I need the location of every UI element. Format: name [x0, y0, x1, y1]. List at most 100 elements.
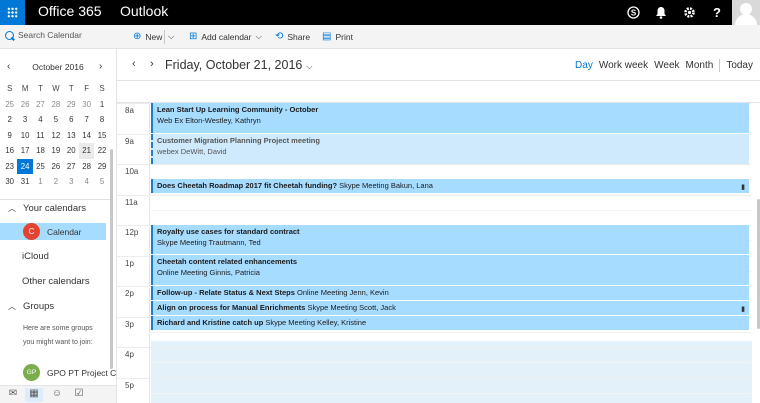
time-gutter	[149, 103, 150, 403]
tasks-icon[interactable]: ☑	[70, 388, 88, 402]
calendar-event[interactable]: Royalty use cases for standard contract S…	[151, 225, 749, 254]
day-cell[interactable]: 21	[78, 143, 95, 159]
calendar-event[interactable]: Customer Migration Planning Project meet…	[151, 134, 749, 164]
day-cell[interactable]: 30	[2, 174, 17, 190]
other-calendars-item[interactable]: Other calendars	[22, 276, 90, 287]
day-cell[interactable]: 16	[2, 143, 17, 159]
hour-label: 12p	[125, 228, 139, 237]
day-cell[interactable]: 28	[48, 97, 63, 113]
icloud-label: iCloud	[22, 251, 49, 262]
day-cell[interactable]: 12	[48, 128, 63, 144]
svg-text:S: S	[630, 8, 636, 17]
day-cell[interactable]: 31	[17, 174, 32, 190]
today-button[interactable]: Today	[726, 60, 753, 72]
groups-header[interactable]: ︿ Groups	[8, 301, 54, 312]
weekday-label: W	[52, 84, 60, 93]
day-cell[interactable]: 29	[64, 97, 79, 113]
day-cell[interactable]: 18	[33, 143, 48, 159]
prev-day-icon[interactable]: ‹	[132, 58, 136, 70]
calendar-icon[interactable]: ▦	[25, 388, 43, 402]
day-cell[interactable]: 10	[17, 128, 32, 144]
day-cell[interactable]: 26	[48, 159, 63, 175]
day-cell[interactable]: 3	[64, 174, 79, 190]
new-button[interactable]: ⊕ New	[133, 31, 162, 42]
day-cell[interactable]: 5	[94, 174, 109, 190]
day-cell[interactable]: 11	[33, 128, 48, 144]
event-detail: Online Meeting Jenn, Kevin	[297, 288, 389, 297]
chevron-down-icon: ⌵	[255, 31, 262, 41]
day-cell[interactable]: 19	[48, 143, 63, 159]
calendar-event[interactable]: Does Cheetah Roadmap 2017 fit Cheetah fu…	[151, 179, 749, 193]
group-item-label[interactable]: GPO PT Project C	[47, 368, 116, 378]
day-cell[interactable]: 25	[2, 97, 17, 113]
add-calendar-button[interactable]: ⊞ Add calendar ⌵	[189, 31, 262, 42]
add-calendar-icon: ⊞	[189, 31, 198, 42]
day-cell[interactable]: 27	[33, 97, 48, 113]
skype-icon[interactable]: S	[619, 0, 647, 25]
day-cell[interactable]: 15	[94, 128, 109, 144]
hour-label: 2p	[125, 289, 134, 298]
print-label: Print	[335, 31, 353, 42]
icloud-item[interactable]: iCloud	[22, 251, 49, 262]
gear-icon[interactable]	[675, 0, 703, 25]
day-cell[interactable]: 8	[94, 112, 109, 128]
calendar-event[interactable]: Align on process for Manual Enrichments …	[151, 301, 749, 315]
mail-icon[interactable]: ✉	[4, 388, 22, 402]
day-cell[interactable]: 28	[79, 159, 94, 175]
day-cell[interactable]: 4	[79, 174, 94, 190]
search-input[interactable]: Search Calendar	[5, 30, 82, 40]
day-cell[interactable]: 26	[17, 97, 32, 113]
new-dropdown-chevron-icon[interactable]: ⌵	[168, 31, 174, 42]
day-cell[interactable]: 14	[79, 128, 94, 144]
view-day[interactable]: Day	[575, 60, 593, 72]
day-cell[interactable]: 20	[64, 143, 79, 159]
calendar-item-label: Calendar	[47, 227, 82, 237]
prev-month-icon[interactable]: ‹	[7, 61, 10, 72]
day-cell[interactable]: 1	[94, 97, 109, 113]
day-cell[interactable]: 23	[2, 159, 17, 175]
people-icon[interactable]: ☺	[48, 388, 66, 402]
date-title[interactable]: Friday, October 21, 2016 ⌵	[165, 58, 312, 72]
day-cell[interactable]: 2	[48, 174, 63, 190]
calendar-event[interactable]: Richard and Kristine catch up Skype Meet…	[151, 316, 749, 330]
next-day-icon[interactable]: ›	[150, 58, 154, 70]
day-cell[interactable]: 6	[64, 112, 79, 128]
avatar[interactable]	[732, 0, 760, 25]
brand-title[interactable]: Office 365	[38, 3, 102, 19]
view-week[interactable]: Week	[654, 60, 679, 72]
day-cell[interactable]: 13	[64, 128, 79, 144]
chevron-down-icon: ⌵	[306, 62, 313, 71]
calendar-event[interactable]: Cheetah content related enhancements Onli…	[151, 255, 749, 285]
half-hour-line	[151, 362, 751, 364]
print-button[interactable]: ▤ Print	[322, 31, 353, 42]
day-cell[interactable]: 5	[48, 112, 63, 128]
your-calendars-header[interactable]: ︿ Your calendars	[8, 203, 86, 214]
bell-icon[interactable]	[647, 0, 675, 25]
app-launcher-icon[interactable]	[0, 0, 25, 25]
day-cell[interactable]: 30	[79, 97, 94, 113]
left-pane-scrollbar[interactable]	[110, 149, 113, 369]
calendar-event[interactable]: Follow-up - Relate Status & Next Steps O…	[151, 286, 749, 300]
view-month[interactable]: Month	[686, 60, 714, 72]
calendar-event[interactable]: Lean Start Up Learning Community - Octob…	[151, 103, 749, 133]
day-cell[interactable]: 2	[2, 112, 17, 128]
hour-label: 10a	[125, 167, 139, 176]
day-cell[interactable]: 1	[33, 174, 48, 190]
help-icon[interactable]: ?	[703, 0, 731, 25]
next-month-icon[interactable]: ›	[99, 61, 102, 72]
app-name[interactable]: Outlook	[120, 3, 168, 19]
week-row: 25 26 27 28 29 30 1	[2, 97, 110, 113]
view-work-week[interactable]: Work week	[599, 60, 648, 72]
day-cell[interactable]: 27	[64, 159, 79, 175]
day-cell[interactable]: 25	[33, 159, 48, 175]
day-cell[interactable]: 7	[79, 112, 94, 128]
all-day-row[interactable]	[117, 81, 760, 103]
day-cell[interactable]: 9	[2, 128, 17, 144]
day-cell[interactable]: 17	[17, 143, 32, 159]
day-cell[interactable]: 3	[17, 112, 32, 128]
day-cell[interactable]: 29	[94, 159, 109, 175]
day-cell[interactable]: 22	[94, 143, 109, 159]
day-cell[interactable]: 4	[33, 112, 48, 128]
share-button[interactable]: ⟲ Share	[275, 31, 310, 42]
day-cell[interactable]: 24	[17, 158, 33, 174]
